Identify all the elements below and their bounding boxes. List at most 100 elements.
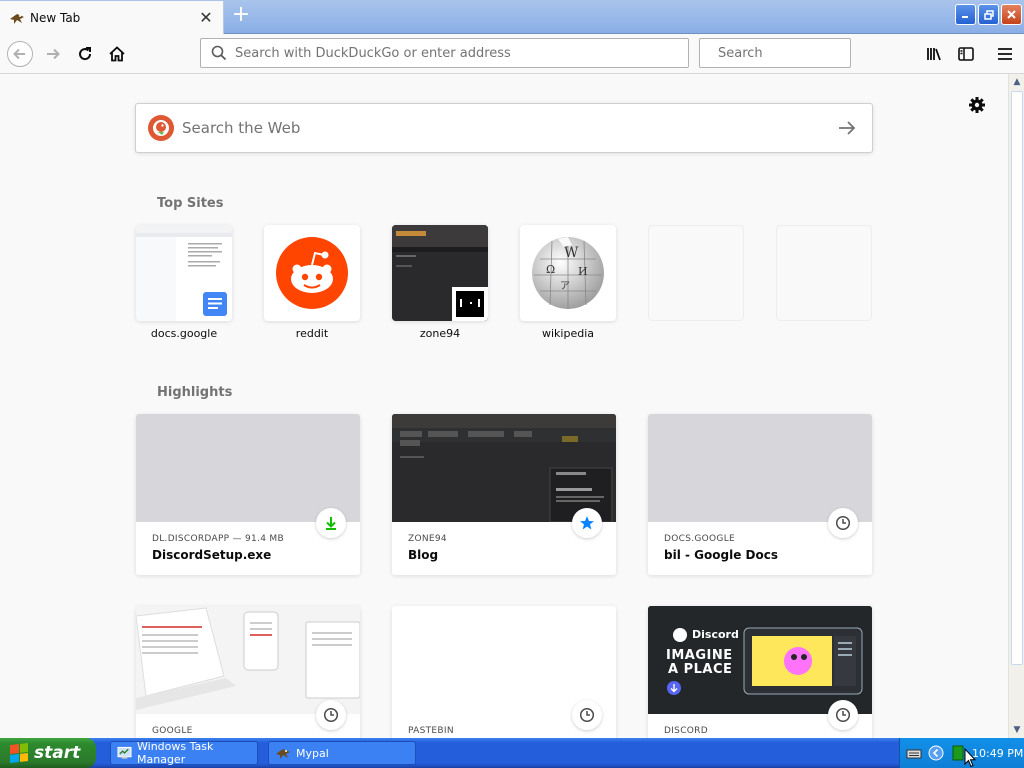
keyboard-icon[interactable] [906, 745, 922, 761]
top-site-placeholder [776, 225, 872, 321]
svg-text:Ω: Ω [546, 263, 555, 276]
history-clock-icon [828, 508, 858, 538]
tab-new-tab[interactable]: New Tab ✕ [0, 1, 224, 34]
highlight-preview [392, 606, 616, 714]
task-label: Windows Task Manager [137, 740, 214, 766]
web-search-input[interactable] [182, 119, 836, 137]
forward-button[interactable] [39, 40, 67, 68]
top-site-tile[interactable]: docs.google [136, 225, 232, 340]
navigation-toolbar [0, 34, 1024, 74]
top-site-label: reddit [295, 327, 329, 340]
history-clock-icon [316, 700, 346, 730]
menu-icon [998, 48, 1012, 60]
highlight-source: DL.DISCORDAPP — 91.4 MB [152, 534, 284, 544]
highlight-card[interactable]: ZONE94 Blog [392, 414, 616, 575]
start-label: start [34, 743, 81, 763]
page-scrollbar[interactable]: ▲ ▼ [1008, 74, 1024, 738]
highlight-card[interactable]: DL.DISCORDAPP — 91.4 MB DiscordSetup.exe [136, 414, 360, 575]
top-site-thumbnail [264, 225, 360, 321]
highlights-heading: Highlights [157, 385, 233, 400]
tab-strip: New Tab ✕ + [0, 0, 1024, 34]
back-button[interactable] [6, 40, 34, 68]
svg-text:И: И [578, 265, 588, 278]
windows-logo-icon [10, 743, 28, 763]
task-manager-icon [117, 746, 132, 759]
url-input[interactable] [235, 45, 688, 61]
highlight-preview: Discord IMAGINE A PLACE [648, 606, 872, 714]
search-bar[interactable] [699, 38, 888, 68]
system-tray: 10:49 PM [899, 738, 1024, 768]
top-site-label: wikipedia [541, 327, 594, 340]
highlight-card[interactable]: PASTEBIN [392, 606, 616, 738]
svg-text:W: W [564, 245, 579, 261]
top-site-placeholder [648, 225, 744, 321]
back-icon [7, 41, 33, 67]
task-label: Mypal [296, 746, 329, 760]
taskbar-item-mypal[interactable]: Mypal [268, 741, 416, 765]
taskbar-item-task-manager[interactable]: Windows Task Manager [110, 740, 258, 766]
tab-title: New Tab [30, 10, 81, 25]
web-search-box[interactable] [135, 103, 873, 153]
home-button[interactable] [103, 40, 131, 68]
svg-text:ア: ア [560, 281, 570, 292]
highlight-preview [136, 606, 360, 714]
library-button[interactable] [920, 40, 948, 68]
menu-button[interactable] [991, 40, 1019, 68]
sidebar-button[interactable] [952, 40, 980, 68]
highlight-card[interactable]: DOCS.GOOGLE bil - Google Docs [648, 414, 872, 575]
highlight-title: Blog [408, 548, 439, 562]
duckduckgo-logo-icon [148, 115, 174, 141]
scroll-down-icon[interactable]: ▼ [1009, 722, 1024, 738]
search-input[interactable] [718, 45, 888, 61]
scroll-up-icon[interactable]: ▲ [1009, 74, 1024, 90]
top-sites-heading: Top Sites [157, 196, 224, 211]
top-site-thumbnail [136, 225, 232, 321]
history-clock-icon [572, 700, 602, 730]
top-site-empty-slot[interactable] [776, 225, 872, 321]
new-tab-page: Top Sites docs.g [0, 74, 1008, 738]
history-clock-icon [828, 700, 858, 730]
tab-close-icon[interactable]: ✕ [195, 7, 217, 29]
minimize-button[interactable] [955, 4, 976, 25]
highlight-source: DISCORD [664, 726, 708, 736]
new-tab-button[interactable]: + [230, 4, 252, 28]
highlight-source: ZONE94 [408, 534, 447, 544]
discord-headline-2: A PLACE [668, 662, 733, 677]
reload-icon [79, 47, 92, 61]
top-site-thumbnail: W Ω И ア [520, 225, 616, 321]
home-icon [109, 46, 125, 62]
top-site-tile[interactable]: zone94 [392, 225, 488, 340]
highlight-card[interactable]: Discord IMAGINE A PLACE DISCORD [648, 606, 872, 738]
highlight-card[interactable]: GOOGLE [136, 606, 360, 738]
download-icon [316, 508, 346, 538]
search-icon [211, 45, 227, 61]
clock[interactable]: 10:49 PM [972, 747, 1023, 760]
mypal-favicon-icon [9, 10, 25, 26]
reload-button[interactable] [71, 40, 99, 68]
highlight-source: DOCS.GOOGLE [664, 534, 735, 544]
scrollbar-thumb[interactable] [1011, 91, 1023, 665]
start-button[interactable]: start [0, 738, 96, 768]
reddit-logo-icon [276, 237, 348, 309]
url-bar[interactable] [200, 38, 689, 68]
highlight-title: bil - Google Docs [664, 548, 778, 562]
mouse-cursor-icon [964, 748, 976, 768]
top-site-tile[interactable]: W Ω И ア wikipedia [520, 225, 616, 340]
top-site-empty-slot[interactable] [648, 225, 744, 321]
bookmark-star-icon [572, 508, 602, 538]
discord-brand-label: Discord [692, 628, 739, 641]
restore-button[interactable] [978, 4, 999, 25]
top-site-label: zone94 [419, 327, 461, 340]
discord-headline-1: IMAGINE [666, 648, 733, 663]
top-site-thumbnail [392, 225, 488, 321]
highlight-preview [136, 414, 360, 522]
window-controls [955, 4, 1022, 25]
close-window-button[interactable] [1001, 4, 1022, 25]
sidebar-icon [958, 47, 974, 61]
gear-icon[interactable] [967, 95, 987, 115]
arrow-right-icon[interactable] [836, 117, 858, 139]
highlight-preview [392, 414, 616, 522]
top-site-tile[interactable]: reddit [264, 225, 360, 340]
google-docs-icon [203, 292, 227, 316]
tray-expand-icon[interactable] [928, 745, 944, 761]
